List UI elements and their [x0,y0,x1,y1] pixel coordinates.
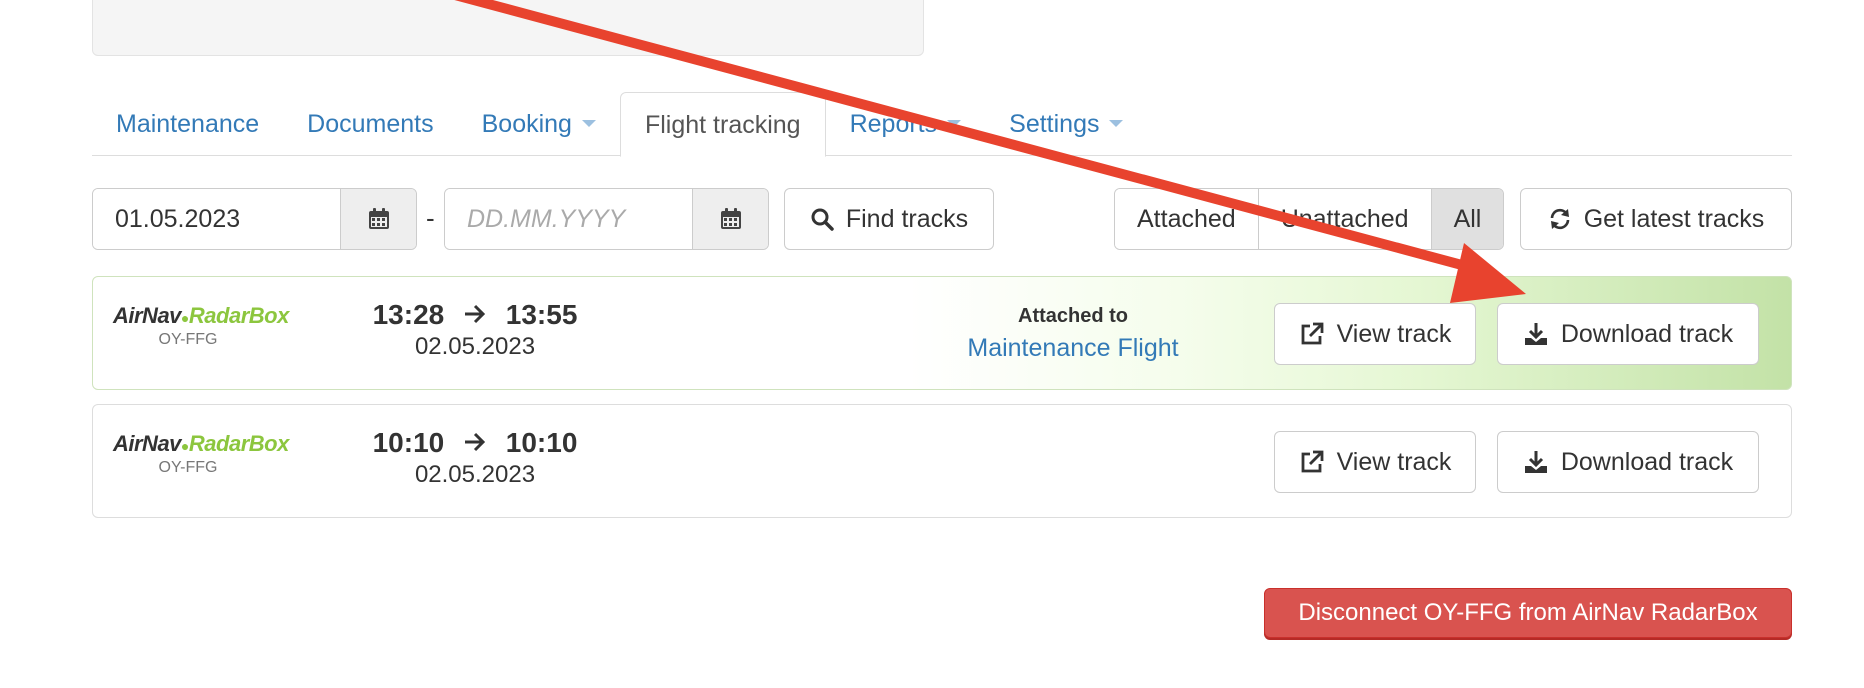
airnav-radarbox-logo: AirNav●RadarBox [113,431,289,457]
filter-all-button[interactable]: All [1431,189,1504,249]
track-date: 02.05.2023 [414,333,536,360]
tab-flight-tracking[interactable]: Flight tracking [619,92,826,157]
refresh-icon [1550,208,1569,230]
download-track-button[interactable]: Download track [1497,303,1759,365]
aircraft-registration: OY-FFG [158,331,218,348]
get-latest-tracks-button[interactable]: Get latest tracks [1520,188,1792,250]
attachment-filter: Attached Unattached All [1114,188,1505,250]
view-track-label: View track [1336,319,1452,348]
attached-info: Attached to Maintenance Flight [923,305,1223,363]
date-range-separator: - [426,203,435,233]
arrow-right-icon [465,432,486,451]
track-date: 02.05.2023 [414,461,536,488]
tab-label: Documents [307,110,434,138]
external-link-icon [1301,450,1323,473]
date-to-calendar-button[interactable] [692,189,768,249]
download-track-label: Download track [1560,447,1734,476]
tab-booking[interactable]: Booking [458,92,620,156]
view-track-button[interactable]: View track [1274,431,1476,493]
search-icon [811,208,834,231]
date-from-group [92,188,417,250]
download-icon [1524,451,1547,473]
provider-logo: AirNav●RadarBox OY-FFG [113,303,289,349]
date-to-input[interactable] [445,189,692,249]
tab-label: Reports [849,110,938,138]
calendar-icon [368,208,389,229]
filter-attached-button[interactable]: Attached [1115,189,1259,249]
tab-label: Booking [481,110,572,138]
date-to-group [444,188,769,250]
track-times: 10:10 10:10 02.05.2023 [365,427,585,489]
track-end-time: 10:10 [505,427,578,458]
date-from-input[interactable] [93,189,340,249]
download-icon [1524,323,1547,345]
filter-unattached-button[interactable]: Unattached [1258,189,1432,249]
find-tracks-label: Find tracks [845,204,969,233]
logo-text-airnav: AirNav [113,431,181,456]
tab-settings[interactable]: Settings [985,92,1147,156]
caret-down-icon [1109,119,1124,127]
calendar-icon [720,208,741,229]
logo-dot: ● [180,438,189,454]
tab-documents[interactable]: Documents [283,92,457,156]
maintenance-flight-link[interactable]: Maintenance Flight [923,334,1223,363]
track-start-time: 10:10 [372,427,445,458]
track-row: AirNav●RadarBox OY-FFG 13:28 13:55 02.05… [92,276,1792,390]
logo-text-radarbox: RadarBox [188,303,289,328]
track-row: AirNav●RadarBox OY-FFG 10:10 10:10 02.05… [92,404,1792,518]
find-tracks-button[interactable]: Find tracks [784,188,994,250]
track-times: 13:28 13:55 02.05.2023 [365,299,585,361]
tab-label: Maintenance [116,110,260,138]
view-track-label: View track [1336,447,1452,476]
track-end-time: 13:55 [505,299,578,330]
arrow-right-icon [465,304,486,323]
attached-to-label: Attached to [1018,305,1128,327]
caret-down-icon [947,119,962,127]
tab-reports[interactable]: Reports [826,92,986,156]
external-link-icon [1301,322,1323,345]
logo-text-radarbox: RadarBox [188,431,289,456]
tab-label: Settings [1009,110,1100,138]
tab-label: Flight tracking [644,111,801,139]
date-from-calendar-button[interactable] [340,189,416,249]
track-start-time: 13:28 [372,299,445,330]
download-track-button[interactable]: Download track [1497,431,1759,493]
aircraft-registration: OY-FFG [158,459,218,476]
caret-down-icon [581,119,596,127]
download-track-label: Download track [1560,319,1734,348]
tab-maintenance[interactable]: Maintenance [92,92,283,156]
top-panel [92,0,924,56]
logo-dot: ● [180,310,189,326]
logo-text-airnav: AirNav [113,303,181,328]
provider-logo: AirNav●RadarBox OY-FFG [113,431,289,477]
get-latest-tracks-label: Get latest tracks [1583,204,1765,233]
airnav-radarbox-logo: AirNav●RadarBox [113,303,289,329]
view-track-button[interactable]: View track [1274,303,1476,365]
disconnect-button[interactable]: Disconnect OY-FFG from AirNav RadarBox [1264,588,1792,638]
nav-tabs: Maintenance Documents Booking Flight tra… [92,92,1792,157]
